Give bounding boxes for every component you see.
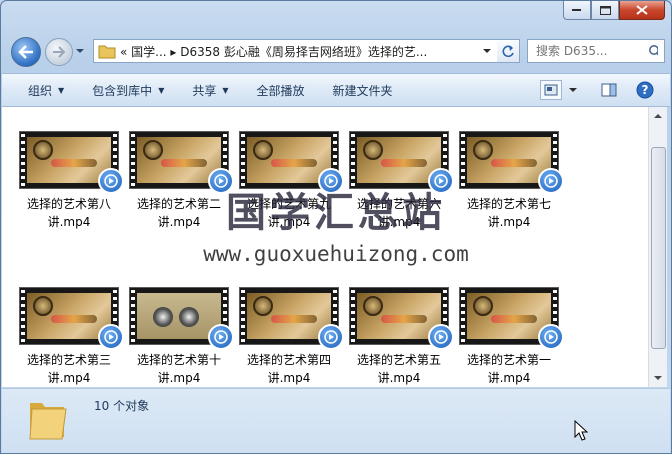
change-view-button[interactable] <box>540 80 562 100</box>
maximize-icon <box>599 5 611 15</box>
chevron-down-icon: ▼ <box>158 85 165 95</box>
command-bar: 组织 ▼ 包含到库中 ▼ 共享 ▼ 全部播放 新建文件夹 ? <box>2 73 670 107</box>
video-thumbnail <box>349 287 454 350</box>
svg-text:?: ? <box>642 83 649 97</box>
file-name: 选择的艺术第十 讲.mp4 <box>136 353 221 385</box>
search-icon[interactable] <box>648 44 658 58</box>
minimize-icon <box>572 9 581 11</box>
file-item[interactable]: 选择的艺术第十 讲.mp4 <box>126 287 234 387</box>
watermark-title: 国学汇总站 <box>226 190 446 236</box>
chevron-down-icon: ▼ <box>222 85 229 95</box>
include-in-library-menu[interactable]: 包含到库中 ▼ <box>78 82 178 99</box>
help-icon: ? <box>636 81 654 99</box>
include-library-label: 包含到库中 <box>92 83 153 98</box>
media-player-badge-icon <box>98 324 124 350</box>
play-all-button[interactable]: 全部播放 <box>243 82 319 99</box>
close-icon <box>636 5 648 15</box>
video-thumbnail <box>19 287 124 350</box>
watermark-url: www.guoxuehuizong.com <box>203 242 469 266</box>
file-item[interactable]: 选择的艺术第三 讲.mp4 <box>16 287 124 387</box>
file-item[interactable]: 选择的艺术第四 讲.mp4 <box>236 287 344 387</box>
media-player-badge-icon <box>538 324 564 350</box>
scroll-up-icon[interactable] <box>650 109 666 123</box>
address-bar[interactable]: « 国学... ▸ D6358 彭心融《周易择吉网络班》选择的艺... <box>93 39 499 63</box>
view-controls: ? <box>540 79 670 101</box>
folder-large-icon <box>29 403 67 440</box>
maximize-button[interactable] <box>591 1 619 20</box>
arrow-left-icon <box>18 45 33 59</box>
file-name: 选择的艺术第四 讲.mp4 <box>246 353 331 385</box>
new-folder-label: 新建文件夹 <box>332 83 393 98</box>
preview-pane-icon <box>601 83 617 97</box>
preview-pane-button[interactable] <box>598 81 620 99</box>
view-dropdown[interactable] <box>568 81 580 99</box>
address-breadcrumb[interactable]: « 国学... ▸ D6358 彭心融《周易择吉网络班》选择的艺... <box>120 43 427 60</box>
file-item[interactable]: 选择的艺术第一 讲.mp4 <box>456 287 564 387</box>
search-input[interactable] <box>534 43 648 59</box>
refresh-button[interactable] <box>497 39 520 63</box>
organize-label: 组织 <box>28 83 53 98</box>
view-icon <box>544 84 558 96</box>
share-menu[interactable]: 共享 ▼ <box>178 82 242 99</box>
media-player-badge-icon <box>318 324 344 350</box>
close-button[interactable] <box>619 1 665 20</box>
chevron-down-icon <box>76 49 84 53</box>
file-name: 选择的艺术第五 讲.mp4 <box>356 353 441 385</box>
file-name: 选择的艺术第一 讲.mp4 <box>466 353 551 385</box>
scroll-down-icon[interactable] <box>650 371 666 385</box>
details-pane: 10 个对象 <box>2 388 670 453</box>
video-thumbnail <box>459 287 564 350</box>
help-button[interactable]: ? <box>634 79 656 101</box>
refresh-icon <box>502 45 514 58</box>
forward-button[interactable] <box>45 38 73 66</box>
organize-menu[interactable]: 组织 ▼ <box>2 82 78 99</box>
video-thumbnail <box>129 287 234 350</box>
recent-pages-button[interactable] <box>75 45 85 57</box>
item-count: 10 个对象 <box>94 399 150 413</box>
chevron-down-icon <box>569 88 577 92</box>
folder-icon <box>98 45 116 59</box>
play-all-label: 全部播放 <box>256 83 305 98</box>
navigation-bar: « 国学... ▸ D6358 彭心融《周易择吉网络班》选择的艺... <box>9 37 665 67</box>
video-thumbnail <box>239 287 344 350</box>
back-button[interactable] <box>11 37 41 67</box>
minimize-button[interactable] <box>563 1 591 20</box>
new-folder-button[interactable]: 新建文件夹 <box>319 82 407 99</box>
search-box[interactable] <box>527 39 665 63</box>
address-dropdown-icon[interactable] <box>482 47 492 55</box>
media-player-badge-icon <box>208 324 234 350</box>
file-name: 选择的艺术第三 讲.mp4 <box>26 353 111 385</box>
share-label: 共享 <box>192 83 217 98</box>
media-player-badge-icon <box>428 324 454 350</box>
mouse-cursor-icon <box>574 420 588 441</box>
arrow-right-icon <box>53 46 66 58</box>
chevron-down-icon: ▼ <box>58 85 65 95</box>
caption-buttons <box>563 1 665 20</box>
file-item[interactable]: 选择的艺术第五 讲.mp4 <box>346 287 454 387</box>
